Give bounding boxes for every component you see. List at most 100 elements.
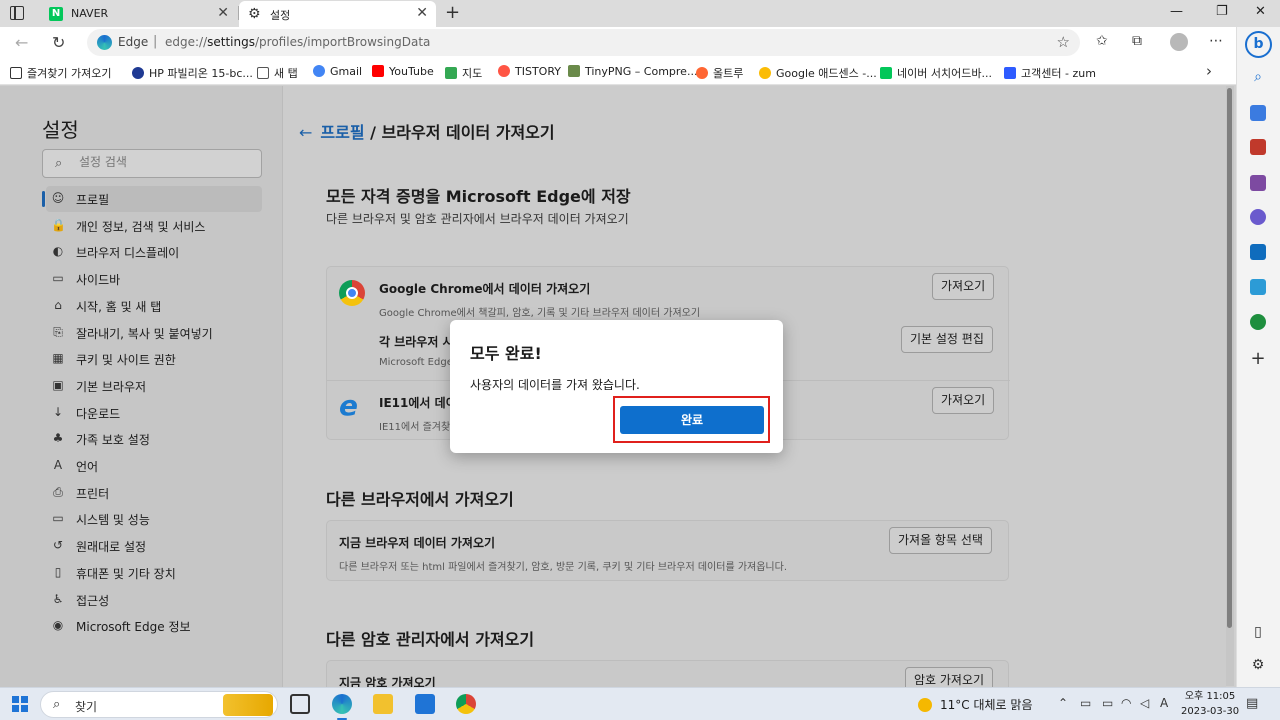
chevron-up-icon[interactable]: ⌃	[1058, 696, 1068, 710]
windows-start-icon[interactable]	[12, 696, 28, 712]
sidebar-item-label: 다운로드	[76, 405, 120, 422]
sidebar-item-edge[interactable]: ◉Microsoft Edge 정보	[46, 613, 262, 639]
edge-icon[interactable]	[332, 694, 352, 714]
google-icon	[759, 67, 771, 79]
scrollbar-thumb[interactable]	[1227, 88, 1232, 628]
sidebar-item-sidebar[interactable]: ▭사이드바	[46, 266, 262, 292]
close-icon[interactable]: ✕	[217, 5, 229, 21]
sidebar-item-reset[interactable]: ↺원래대로 설정	[46, 533, 262, 559]
sidebar-item-phone[interactable]: ▯휴대폰 및 기타 장치	[46, 560, 262, 586]
new-tab-icon	[257, 67, 269, 79]
add-favorite-icon[interactable]: ☆	[1057, 33, 1070, 51]
meet-now-icon[interactable]: ▭	[1080, 696, 1091, 710]
bookmark-item[interactable]: 지도	[445, 65, 482, 81]
new-tab-button[interactable]: +	[445, 2, 460, 23]
bookmark-item[interactable]: 올트루	[696, 65, 743, 81]
bookmark-item[interactable]: TinyPNG – Compre...	[568, 65, 697, 78]
drop-icon[interactable]	[1250, 279, 1266, 295]
bookmark-item[interactable]: 네이버 서치어드바...	[880, 65, 992, 81]
sidebar-item-system[interactable]: ▭시스템 및 성능	[46, 506, 262, 532]
sidebar-item-language[interactable]: A언어	[46, 453, 262, 479]
family-icon: ♣	[51, 431, 65, 445]
edge-icon	[97, 35, 112, 50]
tree-icon[interactable]	[1250, 314, 1266, 330]
sidebar-item-profile[interactable]: ☺프로필	[46, 186, 262, 212]
zum-icon	[1004, 67, 1016, 79]
sidebar-item-clipboard[interactable]: ⎘잘라내기, 복사 및 붙여넣기	[46, 320, 262, 346]
taskbar: ⌕ 찾기 11°C 대체로 맑음 ⌃ ▭ ▭ ◠ ◁ A 오후 11:05202…	[0, 687, 1280, 720]
weather-widget[interactable]: 11°C 대체로 맑음	[918, 696, 1032, 713]
battery-icon[interactable]: ▭	[1102, 696, 1113, 710]
sidebar-item-cookie[interactable]: ▦쿠키 및 사이트 권한	[46, 346, 262, 372]
scrollbar[interactable]	[1226, 86, 1234, 686]
row-desc: 다른 브라우저 또는 html 파일에서 즐겨찾기, 암호, 방문 기록, 쿠키…	[339, 558, 787, 573]
gear-icon[interactable]: ⚙	[1250, 657, 1266, 673]
volume-icon[interactable]: ◁	[1140, 696, 1149, 710]
search-icon[interactable]: ⌕	[1250, 69, 1266, 85]
bookmark-item[interactable]: 새 탭	[257, 65, 298, 81]
bookmark-item[interactable]: YouTube	[372, 65, 434, 78]
taskbar-search[interactable]: ⌕ 찾기	[40, 691, 278, 718]
address-bar[interactable]: Edge | edge://settings/profiles/importBr…	[87, 29, 1080, 56]
collections-icon[interactable]: ⧉	[1132, 33, 1142, 49]
sidebar-item-browser[interactable]: ▣기본 브라우저	[46, 373, 262, 399]
notification-icon[interactable]: ▤	[1246, 696, 1258, 711]
bookmark-item[interactable]: 고객센터 - zum	[1004, 65, 1096, 81]
bookmark-item[interactable]: 즐겨찾기 가져오기	[10, 65, 111, 81]
gear-icon: ⚙	[248, 7, 262, 21]
sidebar-item-accessibility[interactable]: ♿접근성	[46, 587, 262, 613]
tab-actions-icon[interactable]	[10, 6, 24, 20]
search-input[interactable]	[79, 155, 249, 169]
task-view-icon[interactable]	[290, 694, 310, 714]
sidebar-item-palette[interactable]: ◐브라우저 디스플레이	[46, 239, 262, 265]
clock[interactable]: 오후 11:052023-03-30	[1181, 689, 1239, 719]
sidebar-item-family[interactable]: ♣가족 보호 설정	[46, 426, 262, 452]
url-text[interactable]: edge://settings/profiles/importBrowsingD…	[165, 35, 430, 49]
hide-sidebar-icon[interactable]: ▯	[1250, 624, 1266, 640]
back-arrow-icon[interactable]: ←	[299, 123, 312, 142]
close-window-button[interactable]: ✕	[1255, 4, 1266, 19]
done-button[interactable]: 완료	[620, 406, 764, 434]
import-ie11-button[interactable]: 가져오기	[932, 387, 994, 414]
bookmark-item[interactable]: TISTORY	[498, 65, 561, 78]
import-chrome-button[interactable]: 가져오기	[932, 273, 994, 300]
add-icon[interactable]: +	[1250, 351, 1266, 367]
refresh-icon[interactable]: ↻	[52, 33, 65, 52]
back-arrow-icon[interactable]: ←	[15, 33, 28, 52]
tools-icon[interactable]	[1250, 139, 1266, 155]
mail-icon[interactable]	[415, 694, 435, 714]
tab-settings[interactable]: ⚙ 설정 ✕	[239, 1, 436, 27]
maps-icon	[445, 67, 457, 79]
home-icon: ⌂	[51, 298, 65, 312]
choose-items-button[interactable]: 가져올 항목 선택	[889, 527, 992, 554]
microsoft365-icon[interactable]	[1250, 209, 1266, 225]
tab-naver[interactable]: N NAVER ✕	[40, 1, 237, 27]
bookmark-item[interactable]: Google 애드센스 -...	[759, 65, 877, 81]
chrome-icon[interactable]	[456, 694, 476, 714]
bing-chat-icon[interactable]: b	[1245, 31, 1272, 58]
edit-preferences-button[interactable]: 기본 설정 편집	[901, 326, 993, 353]
page-title: 설정	[42, 114, 79, 143]
sidebar-item-home[interactable]: ⌂시작, 홈 및 새 탭	[46, 293, 262, 319]
settings-search[interactable]: ⌕	[42, 149, 262, 178]
favorites-icon[interactable]: ✩	[1096, 33, 1108, 49]
more-icon[interactable]: ⋯	[1209, 33, 1223, 49]
games-icon[interactable]	[1250, 175, 1266, 191]
section-heading: 다른 브라우저에서 가져오기	[326, 486, 514, 510]
maximize-button[interactable]: ❐	[1216, 4, 1228, 19]
avatar[interactable]	[1170, 33, 1188, 51]
minimize-button[interactable]: —	[1170, 4, 1183, 19]
breadcrumb-link-profile[interactable]: 프로필	[320, 123, 364, 142]
sidebar-item-download[interactable]: ↓다운로드	[46, 400, 262, 426]
sidebar-item-lock[interactable]: 🔒개인 정보, 검색 및 서비스	[46, 213, 262, 239]
outlook-icon[interactable]	[1250, 244, 1266, 260]
bookmark-item[interactable]: Gmail	[313, 65, 362, 78]
close-icon[interactable]: ✕	[416, 5, 428, 21]
shopping-icon[interactable]	[1250, 105, 1266, 121]
wifi-icon[interactable]: ◠	[1121, 696, 1131, 710]
language-indicator[interactable]: A	[1160, 696, 1168, 710]
bookmark-item[interactable]: HP 파빌리온 15-bc...	[132, 65, 253, 81]
file-explorer-icon[interactable]	[373, 694, 393, 714]
sidebar-item-printer[interactable]: ⎙프린터	[46, 480, 262, 506]
chevron-right-icon[interactable]: ›	[1206, 62, 1212, 80]
